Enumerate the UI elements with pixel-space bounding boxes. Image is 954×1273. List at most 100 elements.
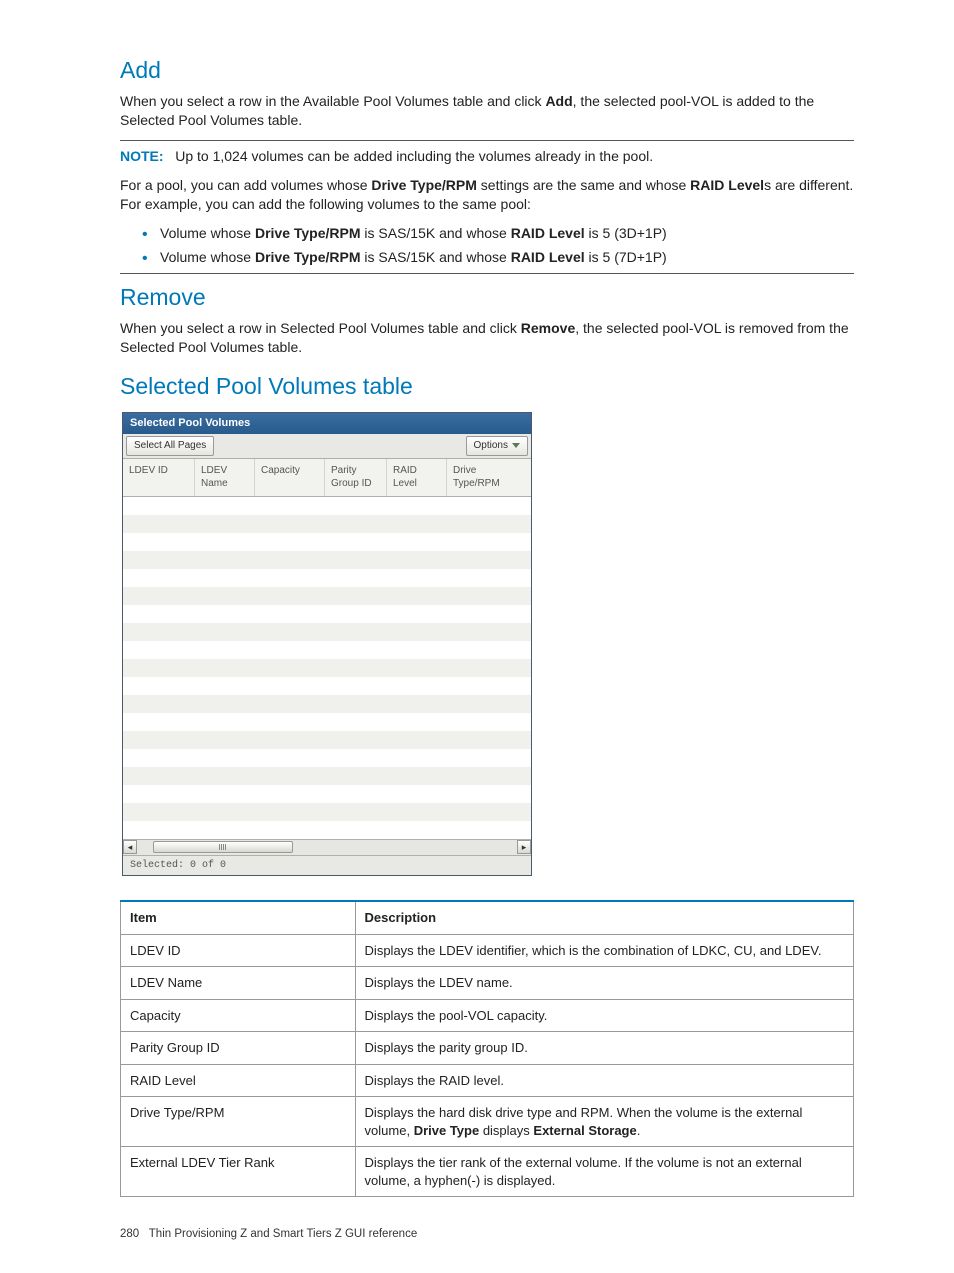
list-item: Volume whose Drive Type/RPM is SAS/15K a… (160, 224, 854, 243)
table-row[interactable] (123, 659, 531, 677)
options-button[interactable]: Options (466, 436, 528, 456)
divider (120, 140, 854, 141)
table-row[interactable] (123, 497, 531, 515)
cell-desc: Displays the RAID level. (355, 1064, 853, 1097)
column-header-parity-group-id[interactable]: Parity Group ID (325, 459, 387, 496)
cell-desc: Displays the hard disk drive type and RP… (355, 1097, 853, 1147)
text: . (637, 1123, 641, 1138)
widget-toolbar: Select All Pages Options (123, 434, 531, 459)
table-row[interactable] (123, 731, 531, 749)
table-row: Capacity Displays the pool-VOL capacity. (121, 999, 854, 1032)
table-row: RAID Level Displays the RAID level. (121, 1064, 854, 1097)
grid-header-row: LDEV ID LDEV Name Capacity Parity Group … (123, 459, 531, 497)
bold-raid-level: RAID Level (511, 249, 585, 265)
table-row[interactable] (123, 587, 531, 605)
cell-item: External LDEV Tier Rank (121, 1147, 356, 1197)
table-row[interactable] (123, 515, 531, 533)
add-paragraph-2: For a pool, you can add volumes whose Dr… (120, 176, 854, 214)
bold-raid-level: RAID Level (690, 177, 764, 193)
table-row[interactable] (123, 641, 531, 659)
table-row[interactable] (123, 695, 531, 713)
bullet-list: Volume whose Drive Type/RPM is SAS/15K a… (120, 224, 854, 268)
divider (120, 273, 854, 274)
table-row[interactable] (123, 533, 531, 551)
table-row[interactable] (123, 803, 531, 821)
bold-raid-level: RAID Level (511, 225, 585, 241)
text: displays (479, 1123, 533, 1138)
footer-label: Thin Provisioning Z and Smart Tiers Z GU… (149, 1228, 417, 1240)
button-label: Options (474, 439, 508, 453)
bold-drive-type: Drive Type/RPM (255, 249, 361, 265)
table-row[interactable] (123, 551, 531, 569)
table-row[interactable] (123, 623, 531, 641)
cell-item: LDEV Name (121, 967, 356, 1000)
note-line: NOTE: Up to 1,024 volumes can be added i… (120, 147, 854, 166)
cell-desc: Displays the LDEV identifier, which is t… (355, 934, 853, 967)
table-row[interactable] (123, 767, 531, 785)
scroll-left-button[interactable]: ◂ (123, 840, 137, 854)
cell-item: Drive Type/RPM (121, 1097, 356, 1147)
bold-drive-type: Drive Type (414, 1123, 480, 1138)
text: is SAS/15K and whose (361, 225, 511, 241)
text: Volume whose (160, 249, 255, 265)
column-header-description: Description (355, 901, 853, 934)
bold-drive-type: Drive Type/RPM (371, 177, 477, 193)
table-row: External LDEV Tier Rank Displays the tie… (121, 1147, 854, 1197)
bold-drive-type: Drive Type/RPM (255, 225, 361, 241)
select-all-pages-button[interactable]: Select All Pages (126, 436, 214, 456)
page-footer: 280 Thin Provisioning Z and Smart Tiers … (120, 1227, 854, 1243)
bold-add: Add (545, 93, 572, 109)
add-paragraph-1: When you select a row in the Available P… (120, 92, 854, 130)
cell-item: Parity Group ID (121, 1032, 356, 1065)
remove-paragraph: When you select a row in Selected Pool V… (120, 319, 854, 357)
table-row: LDEV Name Displays the LDEV name. (121, 967, 854, 1000)
column-header-item: Item (121, 901, 356, 934)
button-label: Select All Pages (134, 439, 206, 453)
table-row[interactable] (123, 677, 531, 695)
description-table: Item Description LDEV ID Displays the LD… (120, 900, 854, 1197)
table-row[interactable] (123, 785, 531, 803)
cell-desc: Displays the LDEV name. (355, 967, 853, 1000)
text: is SAS/15K and whose (361, 249, 511, 265)
heading-spv-table: Selected Pool Volumes table (120, 371, 854, 402)
page-number: 280 (120, 1228, 139, 1240)
table-row: Drive Type/RPM Displays the hard disk dr… (121, 1097, 854, 1147)
horizontal-scrollbar[interactable]: ◂ ▸ (123, 839, 531, 855)
text: Volume whose (160, 225, 255, 241)
text: settings are the same and whose (477, 177, 690, 193)
list-item: Volume whose Drive Type/RPM is SAS/15K a… (160, 248, 854, 267)
cell-desc: Displays the parity group ID. (355, 1032, 853, 1065)
cell-desc: Displays the pool-VOL capacity. (355, 999, 853, 1032)
text: is 5 (3D+1P) (585, 225, 667, 241)
table-row: LDEV ID Displays the LDEV identifier, wh… (121, 934, 854, 967)
column-header-raid-level[interactable]: RAID Level (387, 459, 447, 496)
note-label: NOTE: (120, 148, 164, 164)
column-header-drive-type-rpm[interactable]: Drive Type/RPM (447, 459, 531, 496)
column-header-capacity[interactable]: Capacity (255, 459, 325, 496)
text: When you select a row in Selected Pool V… (120, 320, 521, 336)
cell-item: Capacity (121, 999, 356, 1032)
scroll-right-button[interactable]: ▸ (517, 840, 531, 854)
heading-remove: Remove (120, 282, 854, 313)
column-header-ldev-id[interactable]: LDEV ID (123, 459, 195, 496)
widget-title: Selected Pool Volumes (123, 413, 531, 434)
bold-external-storage: External Storage (533, 1123, 636, 1138)
heading-add: Add (120, 55, 854, 86)
text: When you select a row in the Available P… (120, 93, 545, 109)
text: For a pool, you can add volumes whose (120, 177, 371, 193)
table-row[interactable] (123, 713, 531, 731)
text: is 5 (7D+1P) (585, 249, 667, 265)
widget-footer-status: Selected: 0 of 0 (123, 855, 531, 876)
cell-item: RAID Level (121, 1064, 356, 1097)
table-row[interactable] (123, 821, 531, 839)
table-header-row: Item Description (121, 901, 854, 934)
cell-item: LDEV ID (121, 934, 356, 967)
grid-body (123, 497, 531, 839)
table-row[interactable] (123, 605, 531, 623)
table-row[interactable] (123, 749, 531, 767)
column-header-ldev-name[interactable]: LDEV Name (195, 459, 255, 496)
cell-desc: Displays the tier rank of the external v… (355, 1147, 853, 1197)
note-text: Up to 1,024 volumes can be added includi… (175, 148, 653, 164)
table-row[interactable] (123, 569, 531, 587)
scroll-thumb[interactable] (153, 841, 293, 853)
